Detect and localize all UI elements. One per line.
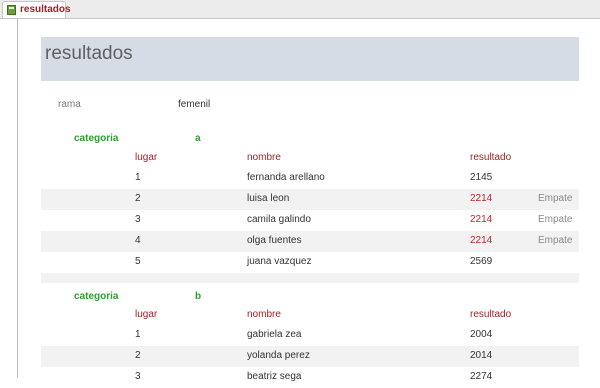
cell-nombre: camila galindo (247, 214, 311, 225)
cell-nombre: beatriz sega (247, 371, 302, 382)
cell-resultado: 2014 (470, 350, 493, 361)
cell-lugar: 4 (135, 235, 141, 246)
categoria-label: categoria (74, 133, 119, 144)
cell-lugar: 3 (135, 371, 141, 382)
column-header-lugar: lugar (135, 309, 158, 320)
tie-note: Empate (538, 214, 573, 225)
document-tab-strip: resultados (0, 0, 600, 19)
table-row: 1 fernanda arellano 2145 (41, 168, 579, 189)
cell-resultado: 2145 (470, 172, 493, 183)
report-view: resultados rama femenil categoria a luga… (17, 19, 600, 382)
column-header-resultado: resultado (470, 152, 512, 163)
categoria-value: a (195, 133, 201, 144)
cell-nombre: fernanda arellano (247, 172, 325, 183)
categoria-value: b (195, 291, 202, 302)
table-row: 2 yolanda perez 2014 (41, 346, 579, 367)
cell-nombre: juana vazquez (247, 256, 312, 267)
report-header: resultados (41, 37, 579, 81)
cell-resultado: 2274 (470, 371, 493, 382)
cell-nombre: olga fuentes (247, 235, 302, 246)
table-row: 2 luisa leon 2214 Empate (41, 189, 579, 210)
cell-lugar: 3 (135, 214, 141, 225)
cell-resultado: 2214 (470, 214, 493, 225)
column-header-nombre: nombre (247, 152, 281, 163)
column-header-nombre: nombre (247, 309, 281, 320)
cell-nombre: yolanda perez (247, 350, 310, 361)
tab-resultados[interactable]: resultados (2, 1, 71, 18)
categoria-label: categoria (74, 291, 119, 302)
tie-note: Empate (538, 193, 573, 204)
column-header-resultado: resultado (470, 309, 512, 320)
report-title: resultados (45, 43, 133, 64)
tab-label: resultados (20, 4, 71, 15)
table-row: 5 juana vazquez 2569 (41, 252, 579, 273)
cell-resultado: 2214 (470, 235, 493, 246)
table-row: 1 gabriela zea 2004 (41, 325, 579, 346)
table-row: 4 olga fuentes 2214 Empate (41, 231, 579, 252)
cell-resultado: 2214 (470, 193, 493, 204)
cell-lugar: 2 (135, 193, 141, 204)
cell-nombre: luisa leon (247, 193, 290, 204)
cell-lugar: 2 (135, 350, 141, 361)
tie-note: Empate (538, 235, 573, 246)
group-separator (41, 273, 579, 283)
cell-resultado: 2569 (470, 256, 493, 267)
rama-value: femenil (178, 99, 211, 110)
cell-lugar: 1 (135, 172, 141, 183)
column-header-lugar: lugar (135, 152, 158, 163)
report-icon (7, 5, 16, 15)
cell-nombre: gabriela zea (247, 329, 302, 340)
cell-resultado: 2004 (470, 329, 493, 340)
table-row: 3 camila galindo 2214 Empate (41, 210, 579, 231)
cell-lugar: 5 (135, 256, 141, 267)
cell-lugar: 1 (135, 329, 141, 340)
rama-label: rama (58, 99, 81, 110)
